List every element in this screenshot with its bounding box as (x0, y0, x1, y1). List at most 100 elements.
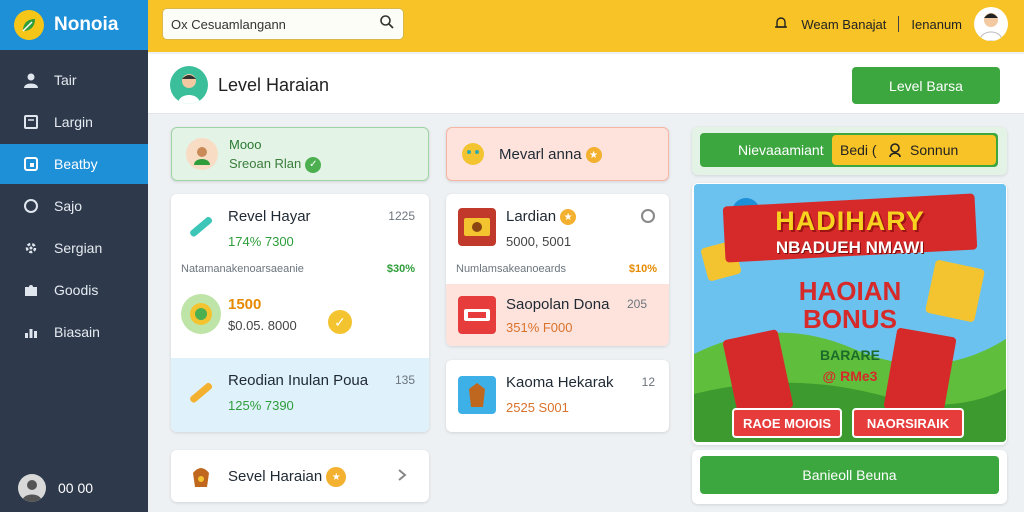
sidebar-item-label: Sergian (54, 240, 103, 256)
item-sub: 351% F000 (506, 320, 573, 335)
list-card-left: Revel Hayar 174% 7300 1225 Natamanakenoa… (171, 194, 429, 432)
sidebar-item-goodis[interactable]: Goodis (0, 270, 148, 310)
cup-icon (458, 376, 496, 414)
pill-button[interactable]: Nievaaamiant Bedi ( Sonnun (700, 133, 998, 167)
user-secondary[interactable]: Ienanum (911, 17, 962, 32)
pencil-icon (185, 212, 215, 242)
promo-right-button[interactable]: NAORSIRAIK (852, 408, 964, 438)
sidebar-item-label: Beatby (54, 156, 98, 172)
pot-icon (187, 462, 215, 490)
page-header: Level Haraian Level Barsa (148, 54, 1024, 114)
item-percent: $10% (628, 263, 657, 275)
sidebar-item-tair[interactable]: Tair (0, 60, 148, 100)
item-title: Saopolan Dona (506, 296, 610, 313)
leaf-icon (14, 10, 44, 40)
avatar[interactable] (974, 7, 1008, 41)
list-item[interactable]: 1500 $0.05. 8000 ✓ (171, 284, 429, 354)
item-percent: $30% (386, 263, 415, 275)
promo-banner[interactable]: HADIHARY NBADUEH NMAWI HAOIAN BONUS BARA… (694, 184, 1006, 442)
search-icon[interactable] (379, 14, 395, 35)
sidebar-item-label: Biasain (54, 324, 100, 340)
promo-subheadline: NBADUEH NMAWI (775, 238, 925, 257)
sidebar-item-label: Tair (54, 72, 77, 88)
party-icon (459, 140, 487, 168)
bottom-card-left[interactable]: Sevel Haraian ★ (171, 450, 429, 502)
divider (898, 16, 900, 32)
list-item[interactable]: Revel Hayar 174% 7300 1225 (171, 194, 429, 256)
chart-icon (22, 323, 40, 341)
card-subtitle: Sreoan Rlan ✓ (229, 156, 322, 173)
sidebar-footer[interactable]: 00 00 (18, 474, 93, 502)
user-area: Weam Banajat Ienanum (773, 7, 1008, 41)
sidebar-nav: Tair Largin Beatby Sajo Sergian Goodis B… (0, 60, 148, 352)
item-title: 1500 (228, 296, 262, 313)
card-title-text: Mevarl anna (499, 146, 582, 163)
item-title: Lardian ★ (506, 208, 577, 226)
item-sub: $0.05. 8000 (228, 318, 297, 333)
list-item[interactable]: Reodian Inulan Poua 125% 7390 135 (171, 358, 429, 432)
user-name[interactable]: Weam Banajat (801, 17, 886, 32)
star-badge-icon: ★ (585, 147, 602, 164)
sidebar-item-beatby[interactable]: Beatby (0, 144, 148, 184)
sidebar-item-label: Largin (54, 114, 93, 130)
banieoll-beuna-button[interactable]: Banieoll Beuna (700, 456, 999, 494)
search-input[interactable] (171, 16, 379, 32)
item-title-text: Lardian (506, 208, 557, 225)
bottom-card-right: Banieoll Beuna (692, 450, 1007, 504)
brand-name: Nonoia (54, 14, 119, 35)
check-badge-icon: ✓ (305, 156, 322, 173)
level-barsa-button[interactable]: Level Barsa (852, 67, 1000, 104)
sidebar-item-label: Goodis (54, 282, 99, 298)
sidebar-item-biasain[interactable]: Biasain (0, 312, 148, 352)
item-title: Reodian Inulan Poua (228, 372, 369, 389)
user-search-icon (888, 142, 904, 163)
search-box[interactable] (162, 8, 404, 40)
card-subtitle-text: Sreoan Rlan (229, 156, 302, 171)
item-sub: 2525 S001 (506, 400, 569, 415)
reward-icon (181, 294, 221, 334)
promo-left-button[interactable]: RAOE MOIOIS (732, 408, 842, 438)
card-title: Sevel Haraian ★ (228, 467, 347, 487)
item-note: Numlamsakeanoeards (456, 263, 567, 275)
note-icon (22, 113, 40, 131)
sidebar-item-sergian[interactable]: Sergian (0, 228, 148, 268)
sidebar-item-label: Sajo (54, 198, 83, 214)
star-badge-icon: ★ (560, 209, 577, 226)
bell-icon[interactable] (773, 15, 789, 34)
sidebar: Nonoia Tair Largin Beatby Sajo Sergian G… (0, 0, 148, 512)
profile-card[interactable]: Mooo Sreoan Rlan ✓ (171, 127, 429, 181)
promo-headline: HADIHARY (775, 206, 925, 236)
star-badge-icon: ★ (326, 467, 347, 487)
list-card-middle-2[interactable]: Kaoma Hekarak 2525 S001 12 (446, 360, 669, 432)
item-note: Natamanakenoarsaeanie (181, 263, 304, 275)
pill-card: Nievaaamiant Bedi ( Sonnun (692, 127, 1007, 175)
pill-highlight: Bedi ( Sonnun (832, 135, 996, 165)
box-icon (458, 296, 496, 334)
promo-title-2: BONUS (803, 304, 897, 334)
footer-text: 00 00 (58, 480, 94, 496)
topbar: Weam Banajat Ienanum (148, 0, 1024, 52)
mevarl-card[interactable]: Mevarl anna ★ (446, 127, 669, 181)
tag-icon (22, 155, 40, 173)
item-number: 12 (641, 375, 655, 389)
promo-tag-1: BARARE (820, 347, 880, 363)
item-number: 205 (626, 297, 647, 311)
card-title: Mooo (229, 137, 262, 152)
puzzle-icon (22, 281, 40, 299)
sidebar-item-largin[interactable]: Largin (0, 102, 148, 142)
chevron-right-icon[interactable] (393, 466, 411, 484)
food-icon (458, 208, 496, 246)
list-item[interactable]: Saopolan Dona 351% F000 205 (446, 284, 669, 346)
item-title: Revel Hayar (228, 208, 311, 225)
card-title-text: Sevel Haraian (228, 467, 323, 485)
person-icon (22, 71, 40, 89)
radio-icon[interactable] (641, 209, 655, 223)
sidebar-item-sajo[interactable]: Sajo (0, 186, 148, 226)
pill-right-text: Sonnun (910, 142, 959, 158)
brand[interactable]: Nonoia (0, 0, 148, 50)
list-item[interactable]: Lardian ★ 5000, 5001 (446, 194, 669, 256)
avatar-icon (186, 138, 218, 170)
item-title: Kaoma Hekarak (506, 374, 614, 391)
list-card-middle: Lardian ★ 5000, 5001 Numlamsakeanoeards $… (446, 194, 669, 346)
pill-label: Nievaaamiant (738, 142, 824, 158)
